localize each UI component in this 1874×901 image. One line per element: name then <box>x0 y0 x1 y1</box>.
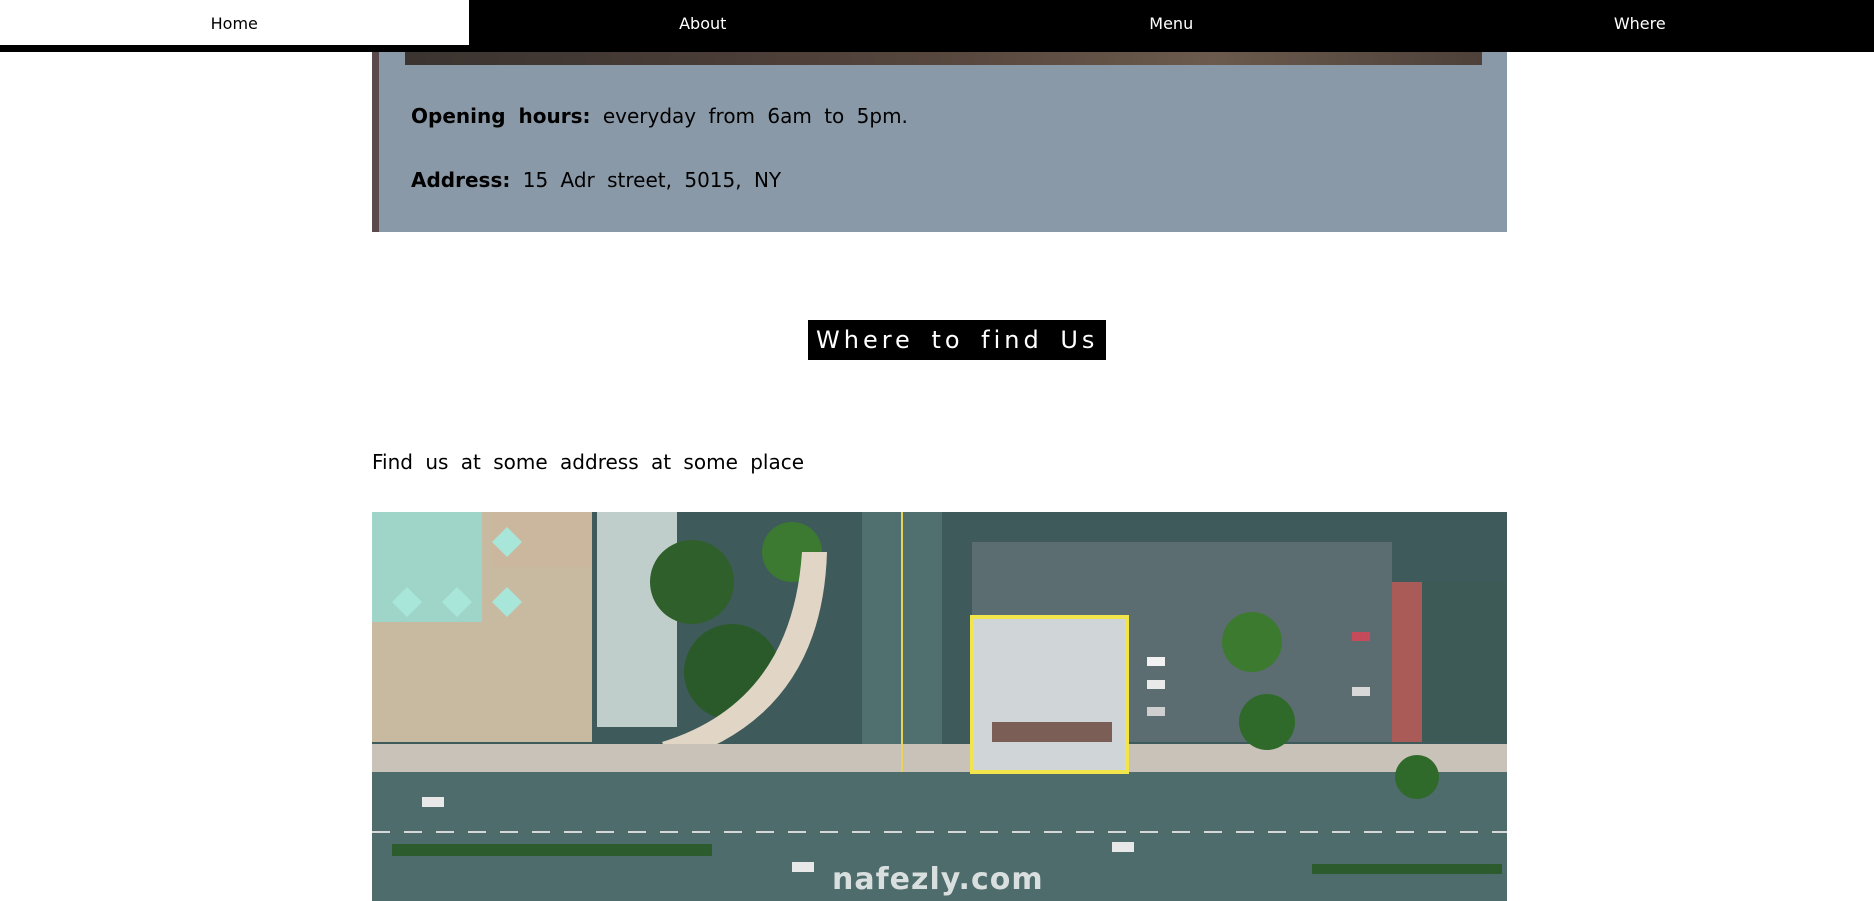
opening-hours-value: everyday from 6am to 5pm. <box>602 104 908 128</box>
address-value: 15 Adr street, 5015, NY <box>522 168 782 192</box>
where-heading: Where to find Us <box>808 320 1107 360</box>
where-description: Find us at some address at some place <box>372 450 805 474</box>
aerial-map-illustration <box>372 512 1507 901</box>
nav-item-where[interactable]: Where <box>1406 0 1874 52</box>
nav-item-about[interactable]: About <box>469 0 938 52</box>
opening-hours-label: Opening hours: <box>411 104 591 128</box>
nav-item-menu[interactable]: Menu <box>937 0 1406 52</box>
address-label: Address: <box>411 168 511 192</box>
aerial-map-image: nafezly.com <box>372 512 1507 901</box>
address: Address: 15 Adr street, 5015, NY <box>411 168 781 192</box>
opening-hours: Opening hours: everyday from 6am to 5pm. <box>411 104 908 128</box>
top-navigation: Home About Menu Where <box>0 0 1874 52</box>
watermark-text: nafezly.com <box>832 862 1044 897</box>
cafe-photo-bottom <box>405 52 1482 65</box>
nav-item-home[interactable]: Home <box>0 0 469 45</box>
info-panel: Opening hours: everyday from 6am to 5pm.… <box>372 52 1507 232</box>
